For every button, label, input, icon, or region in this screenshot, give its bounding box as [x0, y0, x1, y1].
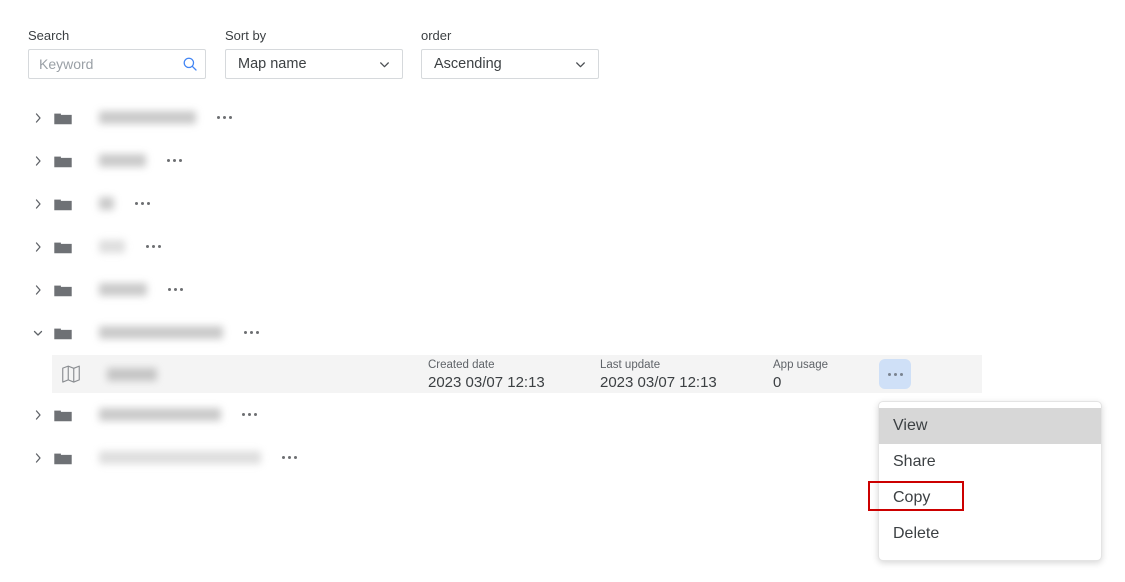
ellipsis-icon	[229, 116, 232, 119]
search-label: Search	[28, 28, 70, 43]
chevron-down-icon[interactable]	[27, 311, 49, 354]
app-usage-label: App usage	[773, 359, 828, 371]
ellipsis-icon	[146, 245, 149, 248]
ellipsis-icon	[256, 331, 259, 334]
search-field: Search	[28, 28, 206, 79]
folder-icon	[54, 156, 72, 167]
sort-by-value: Map name	[238, 56, 307, 72]
ellipsis-icon	[135, 202, 138, 205]
order-select[interactable]: Ascending	[421, 49, 599, 79]
chevron-right-icon[interactable]	[27, 393, 49, 436]
chevron-down-icon[interactable]	[378, 58, 391, 71]
folder-row[interactable]	[0, 268, 1125, 311]
search-box[interactable]	[28, 49, 206, 79]
column-created-date: Created date 2023 03/07 12:13	[428, 358, 545, 393]
chevron-right-icon[interactable]	[27, 268, 49, 311]
last-update-value: 2023 03/07 12:13	[600, 374, 717, 391]
ellipsis-icon	[167, 159, 170, 162]
ellipsis-icon	[294, 456, 297, 459]
created-date-value: 2023 03/07 12:13	[428, 374, 545, 391]
toolbar: Search Sort by Map name order Ascending	[0, 0, 1125, 96]
folder-name-redacted	[99, 197, 114, 210]
menu-item-delete[interactable]: Delete	[879, 516, 1101, 552]
column-last-update: Last update 2023 03/07 12:13	[600, 358, 717, 393]
ellipsis-icon	[217, 116, 220, 119]
order-field: order Ascending	[421, 28, 599, 79]
map-row-actions-button[interactable]	[879, 359, 911, 389]
order-value: Ascending	[434, 56, 502, 72]
folder-actions-button[interactable]	[239, 408, 260, 421]
menu-item-view[interactable]: View	[879, 408, 1101, 444]
folder-name-redacted	[99, 326, 223, 339]
ellipsis-icon	[180, 288, 183, 291]
map-row[interactable]: Created date 2023 03/07 12:13 Last updat…	[52, 355, 982, 393]
search-input[interactable]	[39, 56, 181, 72]
chevron-right-icon[interactable]	[27, 436, 49, 479]
ellipsis-icon	[248, 413, 251, 416]
folder-actions-button[interactable]	[165, 283, 186, 296]
ellipsis-icon	[147, 202, 150, 205]
ellipsis-icon	[893, 372, 897, 376]
ellipsis-icon	[242, 413, 245, 416]
folder-actions-button[interactable]	[164, 154, 185, 167]
ellipsis-icon	[223, 116, 226, 119]
chevron-down-icon[interactable]	[574, 58, 587, 71]
ellipsis-icon	[179, 159, 182, 162]
ellipsis-icon	[250, 331, 253, 334]
ellipsis-icon	[288, 456, 291, 459]
folder-actions-button[interactable]	[214, 111, 235, 124]
ellipsis-icon	[282, 456, 285, 459]
sort-by-label: Sort by	[225, 28, 267, 43]
created-date-label: Created date	[428, 359, 495, 371]
sort-by-select[interactable]: Map name	[225, 49, 403, 79]
folder-icon	[54, 242, 72, 253]
ellipsis-icon	[244, 331, 247, 334]
ellipsis-icon	[899, 372, 903, 376]
folder-name-redacted	[99, 111, 196, 124]
chevron-right-icon[interactable]	[27, 139, 49, 182]
ellipsis-icon	[168, 288, 171, 291]
search-icon[interactable]	[181, 55, 199, 73]
map-name-redacted	[107, 367, 157, 381]
folder-row[interactable]	[0, 96, 1125, 139]
folder-row[interactable]	[0, 311, 1125, 354]
folder-row[interactable]	[0, 139, 1125, 182]
folder-icon	[54, 199, 72, 210]
menu-item-copy[interactable]: Copy	[879, 480, 1101, 516]
ellipsis-icon	[158, 245, 161, 248]
ellipsis-icon	[254, 413, 257, 416]
folder-icon	[54, 453, 72, 464]
ellipsis-icon	[887, 372, 891, 376]
folder-name-redacted	[99, 240, 125, 253]
sort-by-field: Sort by Map name	[225, 28, 403, 79]
folder-icon	[54, 113, 72, 124]
ellipsis-icon	[173, 159, 176, 162]
ellipsis-icon	[174, 288, 177, 291]
folder-row[interactable]	[0, 225, 1125, 268]
folder-actions-button[interactable]	[279, 451, 300, 464]
folder-row[interactable]	[0, 182, 1125, 225]
chevron-right-icon[interactable]	[27, 182, 49, 225]
folder-name-redacted	[99, 154, 146, 167]
folder-icon	[54, 410, 72, 421]
folder-actions-button[interactable]	[132, 197, 153, 210]
context-menu[interactable]: View Share Copy Delete	[878, 401, 1102, 561]
folder-actions-button[interactable]	[143, 240, 164, 253]
chevron-right-icon[interactable]	[27, 96, 49, 139]
folder-name-redacted	[99, 451, 261, 464]
folder-icon	[54, 328, 72, 339]
chevron-right-icon[interactable]	[27, 225, 49, 268]
ellipsis-icon	[141, 202, 144, 205]
last-update-label: Last update	[600, 359, 661, 371]
app-usage-value: 0	[773, 374, 782, 391]
folder-icon	[54, 285, 72, 296]
folder-name-redacted	[99, 283, 147, 296]
ellipsis-icon	[152, 245, 155, 248]
map-icon	[62, 365, 80, 383]
order-label: order	[421, 28, 452, 43]
folder-name-redacted	[99, 408, 221, 421]
column-app-usage: App usage 0	[773, 358, 828, 393]
menu-item-share[interactable]: Share	[879, 444, 1101, 480]
folder-actions-button[interactable]	[241, 326, 262, 339]
